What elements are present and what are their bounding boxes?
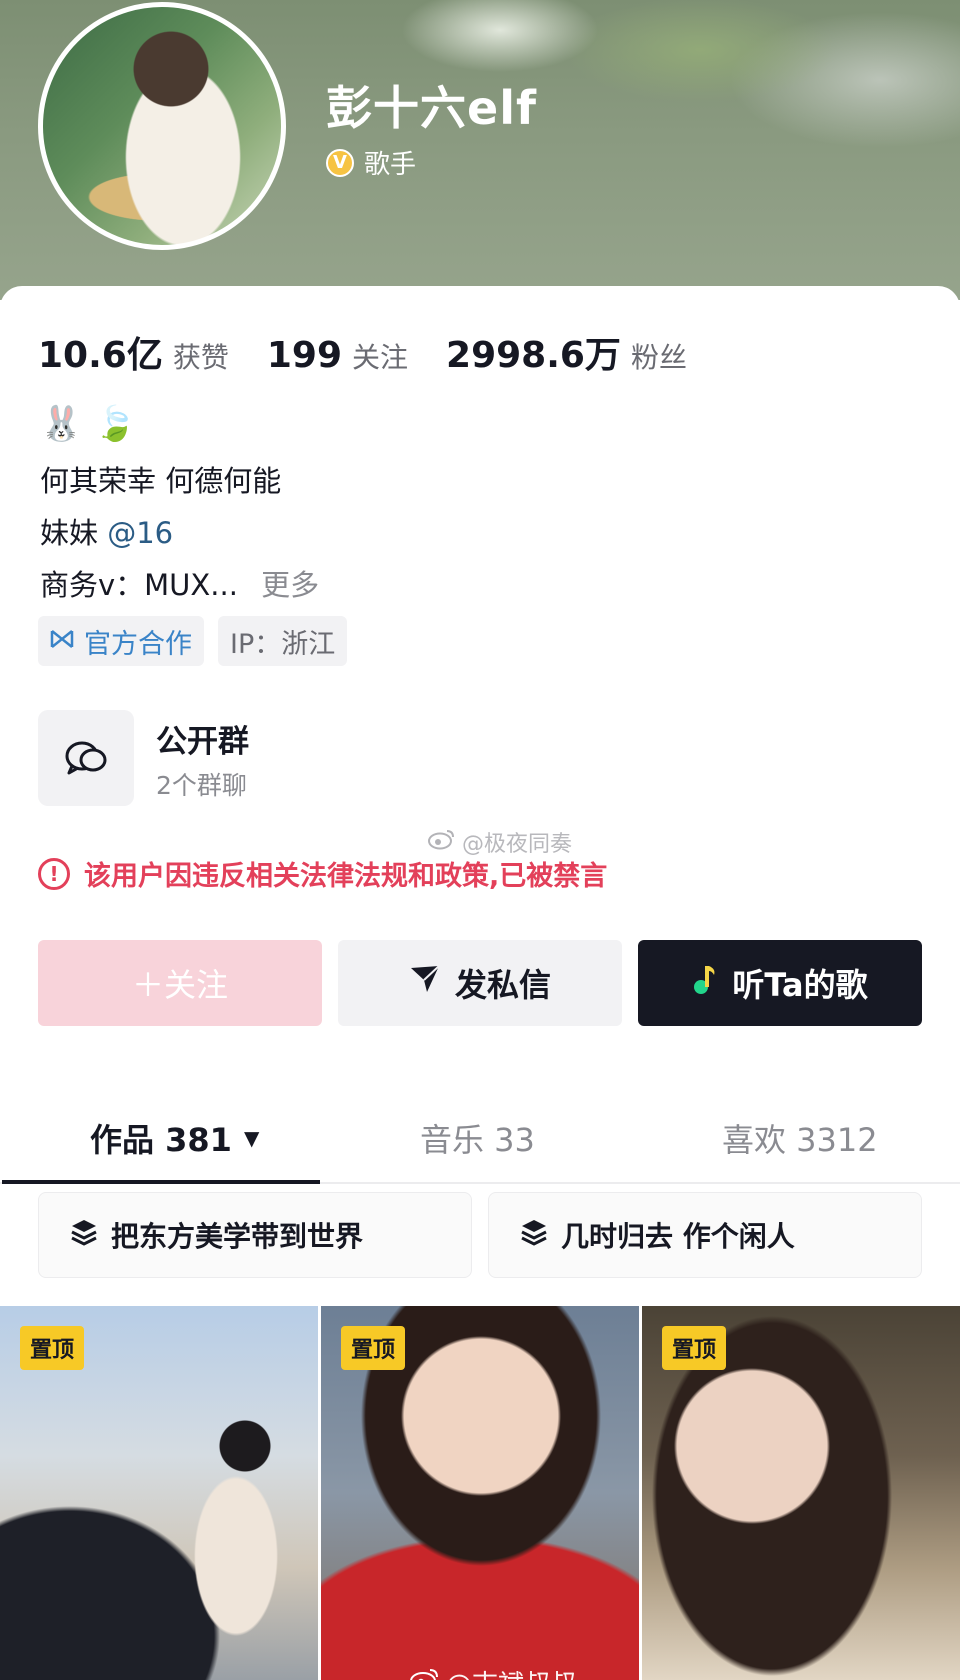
profile-name: 彭十六elf [326,81,537,135]
warning-text: 该用户因违反相关法律法规和政策,已被禁言 [84,861,608,892]
video-thumbnail[interactable]: 置顶 [642,1306,960,1680]
avatar[interactable] [38,2,286,250]
official-cooperation-label: 官方合作 [84,628,192,660]
stat-followers[interactable]: 2998.6万 粉丝 [446,326,687,378]
group-subtitle: 2个群聊 [156,771,247,800]
pinned-badge: 置顶 [662,1326,727,1370]
layers-icon [69,1217,99,1254]
pinned-badge: 置顶 [20,1326,85,1370]
listen-songs-label: 听Ta的歌 [732,966,868,1004]
listen-songs-button[interactable]: 听Ta的歌 [638,940,922,1026]
watermark-bottom-text: @志斌叔叔 [446,1664,576,1680]
ip-location-label: IP：浙江 [230,628,336,660]
content-tabs: 作品 381 ▼ 音乐 33 喜欢 3312 [0,1092,960,1184]
bio-more-link[interactable]: 更多 [261,568,319,602]
layers-icon [519,1217,549,1254]
tab-likes-label: 喜欢 3312 [722,1121,878,1159]
video-thumbnail[interactable]: 置顶 [0,1306,318,1680]
send-plane-icon [409,964,441,1002]
verification-row: V 歌手 [326,144,416,181]
tab-music[interactable]: 音乐 33 [420,1092,535,1184]
video-thumbnail[interactable]: 置顶 [321,1306,639,1680]
bio-line-3: 商务v：MUX... 更多 [40,562,319,604]
follow-button-label: ＋关注 [131,966,228,1004]
tab-music-label: 音乐 33 [420,1121,535,1159]
collection-chip-label: 几时归去 作个闲人 [561,1220,795,1253]
warning-icon: ! [38,857,70,890]
verified-title: 歌手 [364,150,417,180]
ip-location-tag: IP：浙江 [218,616,348,666]
stat-following[interactable]: 199 关注 [267,335,408,376]
stat-likes-value: 10.6亿 [38,335,163,376]
weibo-icon [410,1667,440,1680]
collection-chip[interactable]: 把东方美学带到世界 [38,1192,472,1278]
cooperation-icon [50,627,74,655]
tab-works-label: 作品 381 [90,1121,232,1159]
stat-following-label: 关注 [352,341,409,374]
caret-down-icon[interactable]: ▼ [244,1126,259,1150]
group-title: 公开群 [156,724,249,760]
collection-chip-label: 把东方美学带到世界 [111,1220,364,1253]
leaf-emoji-icon: 🍃 [94,404,137,444]
follow-button[interactable]: ＋关注 [38,940,322,1026]
bio-mention-link[interactable]: @16 [107,516,173,550]
tab-likes[interactable]: 喜欢 3312 [722,1092,878,1184]
bio-line-2: 妹妹 @16 [40,510,173,552]
action-buttons: ＋关注 发私信 听Ta的歌 [38,940,922,1026]
profile-card: 10.6亿 获赞 199 关注 2998.6万 粉丝 🐰 🍃 何其荣幸 何德何能… [0,286,960,1680]
video-grid: 置顶 置顶 置顶 @志斌叔叔 [0,1306,960,1680]
public-group-entry[interactable]: 公开群 2个群聊 [38,710,538,810]
tab-works[interactable]: 作品 381 ▼ [90,1092,259,1184]
collection-chips: 把东方美学带到世界 几时归去 作个闲人 [38,1192,922,1278]
stat-followers-label: 粉丝 [630,341,687,374]
stat-likes-label: 获赞 [172,341,229,374]
bio-line-2-text: 妹妹 [40,516,99,550]
chat-bubbles-icon [38,710,134,806]
message-button-label: 发私信 [454,966,551,1004]
bio-emoji-row: 🐰 🍃 [40,404,137,444]
music-note-icon [692,963,718,1003]
stat-followers-value: 2998.6万 [446,335,621,376]
bio-line-3-text: 商务v：MUX... [40,568,238,602]
watermark-bottom: @志斌叔叔 [410,1664,576,1680]
bio-line-1: 何其荣幸 何德何能 [40,464,282,498]
rabbit-emoji-icon: 🐰 [40,404,83,444]
message-button[interactable]: 发私信 [338,940,622,1026]
verified-badge-icon: V [326,148,354,177]
collection-chip[interactable]: 几时归去 作个闲人 [488,1192,922,1278]
weibo-icon [428,828,456,856]
active-tab-indicator [2,1180,320,1184]
profile-tags: 官方合作 IP：浙江 [38,616,348,666]
stats-row: 10.6亿 获赞 199 关注 2998.6万 粉丝 [38,326,725,378]
stat-likes: 10.6亿 获赞 [38,326,229,378]
mute-warning: ! 该用户因违反相关法律法规和政策,已被禁言 [38,854,607,893]
official-cooperation-tag[interactable]: 官方合作 [38,616,204,666]
pinned-badge: 置顶 [341,1326,406,1370]
stat-following-value: 199 [266,335,342,376]
